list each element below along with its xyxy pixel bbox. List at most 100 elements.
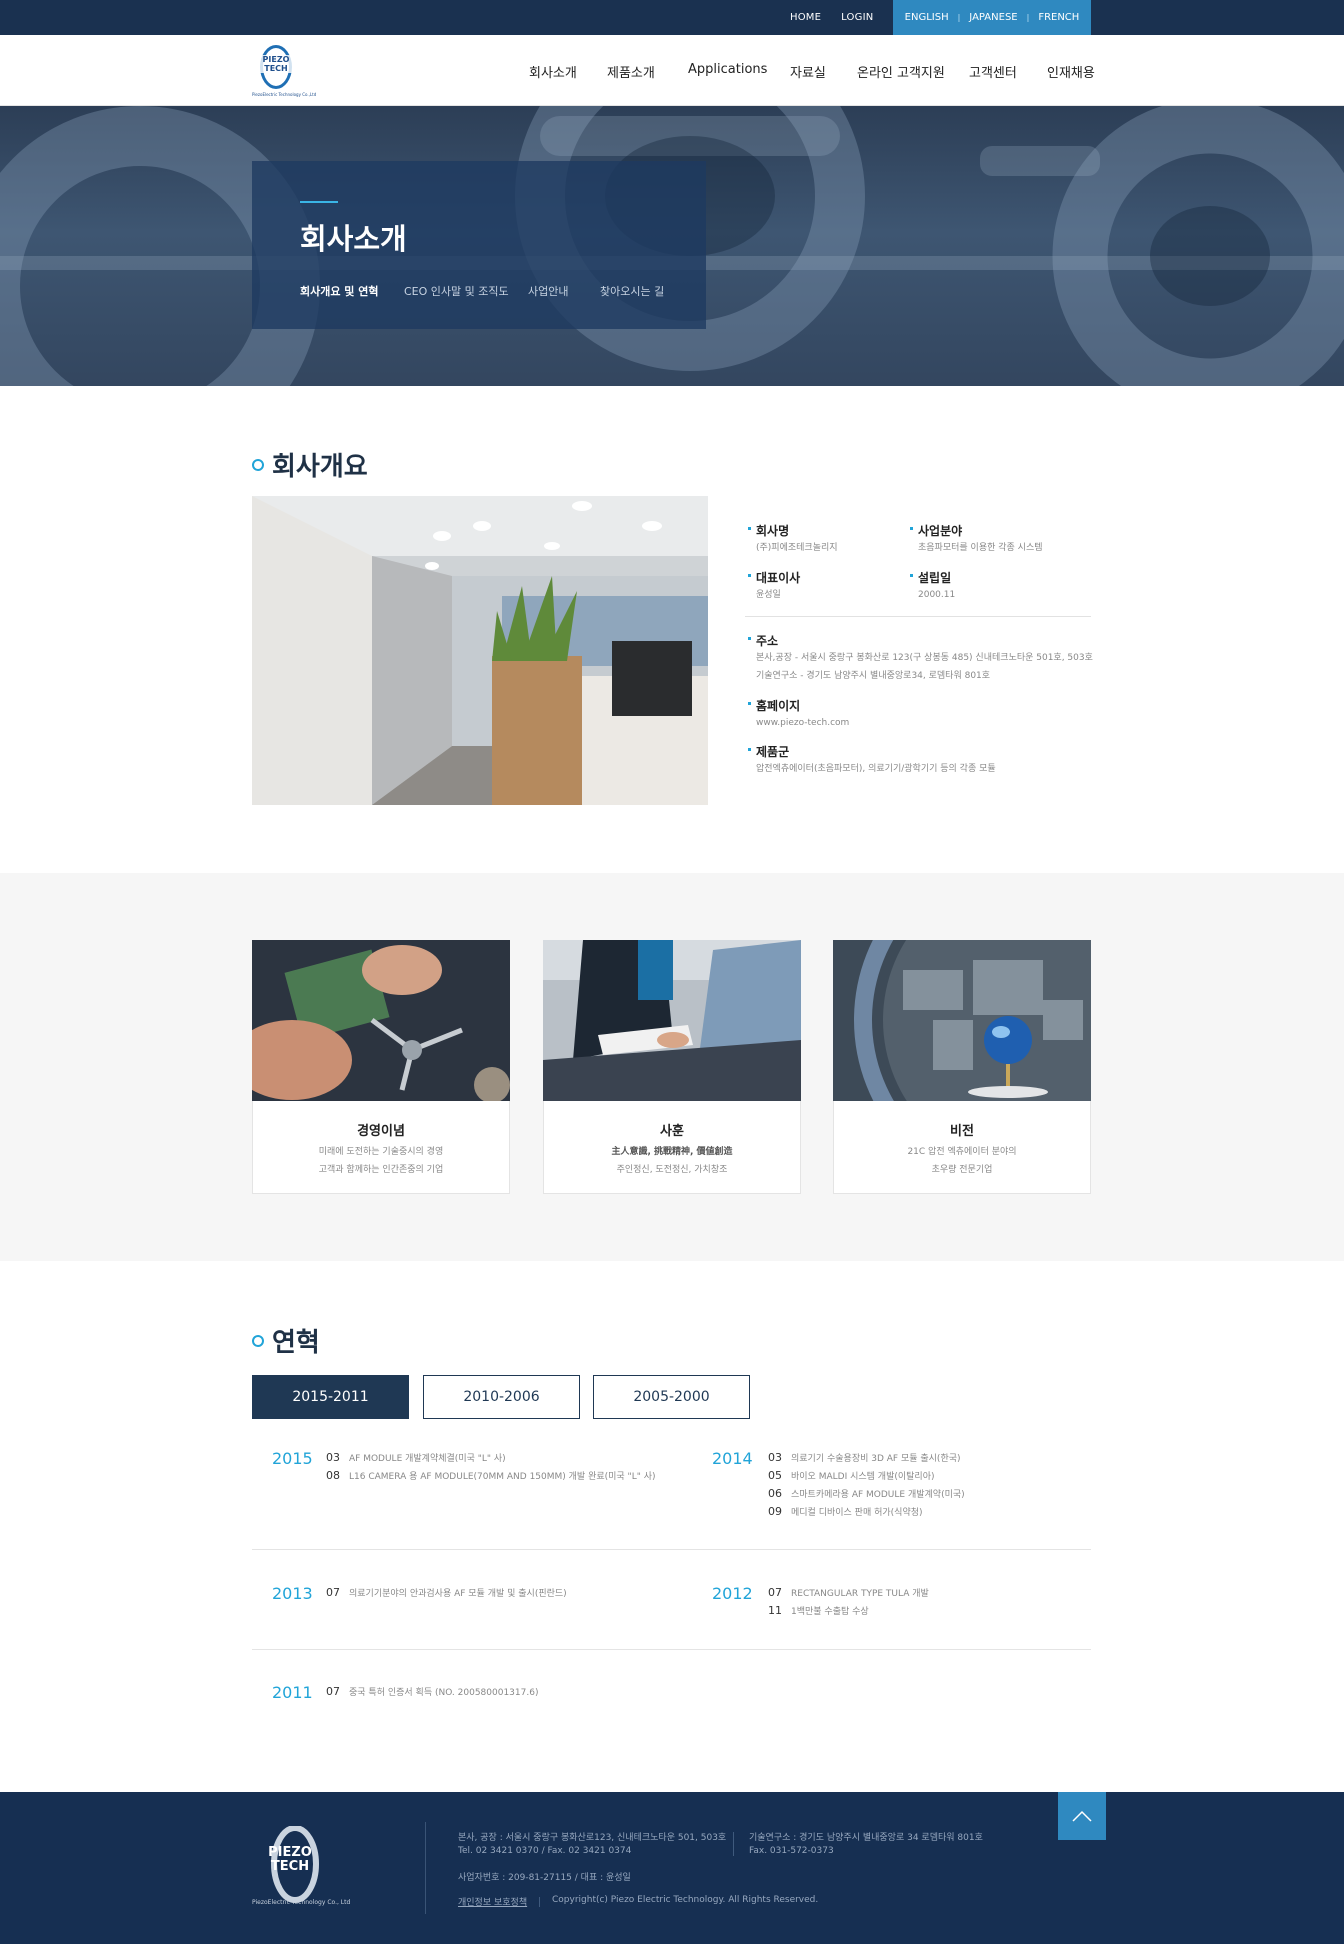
section-title: 연혁: [272, 1328, 320, 1358]
login-link[interactable]: LOGIN: [841, 12, 873, 23]
office-interior-image: [252, 496, 708, 805]
hero-banner: 회사소개 회사개요 및 연혁 CEO 인사말 및 조직도 사업안내 찾아오시는 …: [0, 106, 1344, 386]
footer-logo-subtitle: PiezoElectric Technology Co., Ltd: [252, 1899, 351, 1906]
history-year: 2012: [712, 1584, 753, 1603]
company-name-label: 회사명: [747, 524, 790, 538]
footer-divider: [425, 1822, 426, 1914]
subnav-directions[interactable]: 찾아오시는 길: [600, 283, 664, 299]
lang-french-link[interactable]: FRENCH: [1038, 12, 1079, 23]
site-logo[interactable]: PIEZO TECH PiezoElectric Technology Co.,…: [252, 45, 316, 97]
footer-lab-address: 기술연구소 : 경기도 남양주시 별내중앙로 34 로뎀타워 801호: [749, 1833, 983, 1843]
card-text-2: 고객과 함께하는 인간존중의 기업: [318, 1165, 444, 1175]
address-lab: 기술연구소 - 경기도 남양주시 별내중앙로34, 로뎀타워 801호: [756, 671, 991, 681]
history-heading: 연혁: [252, 1322, 320, 1359]
history-tab-2010-2006[interactable]: 2010-2006: [423, 1375, 580, 1419]
founded-value: 2000.11: [918, 590, 956, 600]
history-year: 2015: [272, 1449, 313, 1468]
ceo-label: 대표이사: [747, 571, 801, 585]
lang-separator: |: [957, 13, 961, 22]
footer-hq-address: 본사, 공장 : 서울시 중랑구 봉화산로123, 신내테크노타운 501, 5…: [458, 1833, 727, 1843]
company-name-value: (주)피에조테크놀리지: [756, 543, 838, 553]
utility-links: HOME LOGIN: [790, 0, 873, 35]
philosophy-card: 경영이념 미래에 도전하는 기술중시의 경영 고객과 함께하는 인간존중의 기업: [252, 940, 510, 1194]
business-field-value: 초음파모터를 이용한 각종 시스템: [918, 543, 1043, 553]
privacy-policy-link[interactable]: 개인정보 보호정책: [458, 1895, 527, 1908]
history-divider: [252, 1649, 1091, 1650]
history-year: 2013: [272, 1584, 313, 1603]
history-tab-2015-2011[interactable]: 2015-2011: [252, 1375, 409, 1419]
history-entry: 07 의료기기분야의 안과검사용 AF 모듈 개발 및 출시(핀란드): [326, 1586, 567, 1599]
history-entry: 07 RECTANGULAR TYPE TULA 개발: [768, 1586, 929, 1599]
history-year: 2011: [272, 1683, 313, 1702]
history-entry: 06 스마트카메라용 AF MODULE 개발계약(미국): [768, 1487, 965, 1500]
history-year: 2014: [712, 1449, 753, 1468]
nav-resources[interactable]: 자료실: [790, 62, 826, 81]
homepage-link[interactable]: www.piezo-tech.com: [756, 715, 849, 732]
site-footer: PIEZO TECH PiezoElectric Technology Co.,…: [0, 1792, 1344, 1944]
office-photo: [252, 496, 708, 805]
history-entry: 05 바이오 MALDI 시스템 개발(이탈리아): [768, 1469, 935, 1482]
subnav-ceo[interactable]: CEO 인사말 및 조직도: [404, 283, 509, 299]
heading-bullet-icon: [252, 458, 264, 471]
card-text-1: 미래에 도전하는 기술중시의 경영: [318, 1147, 444, 1157]
lang-english-link[interactable]: ENGLISH: [905, 12, 949, 23]
business-meeting-image: [543, 940, 801, 1101]
info-divider: [745, 616, 1091, 617]
hero-title-panel: 회사소개 회사개요 및 연혁 CEO 인사말 및 조직도 사업안내 찾아오시는 …: [252, 161, 706, 329]
nav-careers[interactable]: 인재채용: [1047, 62, 1095, 81]
footer-business-info: 사업자번호 : 209-81-27115 / 대표 : 윤성일: [458, 1873, 631, 1883]
homepage-label: 홈페이지: [747, 699, 801, 713]
card-text-2: 주인정신, 도전정신, 가치창조: [616, 1165, 728, 1175]
history-entry: 07 중국 특허 인증서 획득 (NO. 200580001317.6): [326, 1685, 539, 1698]
heading-bullet-icon: [252, 1334, 264, 1347]
electronics-repair-image: [252, 940, 510, 1101]
card-title: 비전: [950, 1124, 974, 1139]
logo-subtitle: PiezoElectric Technology Co.,Ltd: [252, 92, 317, 97]
footer-lab-contact: Fax. 031-572-0373: [749, 1846, 834, 1856]
history-entry: 08 L16 CAMERA 용 AF MODULE(70MM AND 150MM)…: [326, 1469, 656, 1482]
ceo-value: 윤성일: [756, 590, 781, 600]
founded-label: 설립일: [909, 571, 952, 585]
card-text-1: 主人意識, 挑戰精神, 價値創造: [611, 1147, 733, 1157]
footer-copyright: Copyright(c) Piezo Electric Technology. …: [552, 1895, 819, 1905]
address-hq: 본사,공장 - 서울시 중랑구 봉화산로 123(구 상봉동 485) 신내테크…: [756, 653, 1093, 663]
footer-separator: [539, 1897, 540, 1907]
nav-applications[interactable]: Applications: [688, 62, 767, 77]
subnav-overview[interactable]: 회사개요 및 연혁: [300, 283, 379, 299]
footer-hq-contact: Tel. 02 3421 0370 / Fax. 02 3421 0374: [458, 1846, 632, 1856]
footer-logo-wordmark: PIEZO TECH: [268, 1845, 312, 1874]
chevron-up-icon: [1072, 1810, 1092, 1822]
scroll-to-top-button[interactable]: [1058, 1792, 1106, 1840]
logo-wordmark: PIEZO TECH: [256, 55, 296, 73]
nav-customer-center[interactable]: 고객센터: [969, 62, 1017, 81]
home-link[interactable]: HOME: [790, 12, 821, 23]
business-field-label: 사업분야: [909, 524, 963, 538]
section-title: 회사개요: [272, 452, 368, 482]
lang-separator: |: [1026, 13, 1030, 22]
history-entry: 03 AF MODULE 개발계약체결(미국 "L" 사): [326, 1451, 506, 1464]
address-label: 주소: [747, 634, 779, 648]
hero-accent-bar: [300, 201, 338, 203]
lang-japanese-link[interactable]: JAPANESE: [969, 12, 1017, 23]
nav-online-support[interactable]: 온라인 고객지원: [857, 62, 945, 81]
history-entry: 11 1백만불 수출탑 수상: [768, 1604, 869, 1617]
card-title: 경영이념: [357, 1124, 405, 1139]
products-label: 제품군: [747, 745, 790, 759]
history-tab-2005-2000[interactable]: 2005-2000: [593, 1375, 750, 1419]
page-title: 회사소개: [300, 222, 407, 256]
overview-heading: 회사개요: [252, 446, 368, 483]
nav-products[interactable]: 제품소개: [607, 62, 655, 81]
card-title: 사훈: [660, 1124, 684, 1139]
history-divider: [252, 1549, 1091, 1550]
language-selector: ENGLISH | JAPANESE | FRENCH: [893, 0, 1091, 35]
card-text-2: 초우량 전문기업: [931, 1165, 993, 1175]
globe-image: [833, 940, 1091, 1101]
main-header: PIEZO TECH PiezoElectric Technology Co.,…: [0, 35, 1344, 106]
subnav-business[interactable]: 사업안내: [528, 283, 568, 299]
products-value: 압전엑츄에이터(초음파모터), 의료기기/광학기기 등의 각종 모듈: [756, 764, 996, 774]
nav-company[interactable]: 회사소개: [529, 62, 577, 81]
vision-card: 비전 21C 압전 엑츄에이터 분야의 초우량 전문기업: [833, 940, 1091, 1194]
top-bar: HOME LOGIN ENGLISH | JAPANESE | FRENCH: [0, 0, 1344, 35]
footer-logo: PIEZO TECH PiezoElectric Technology Co.,…: [252, 1825, 350, 1906]
footer-separator: [733, 1832, 734, 1856]
